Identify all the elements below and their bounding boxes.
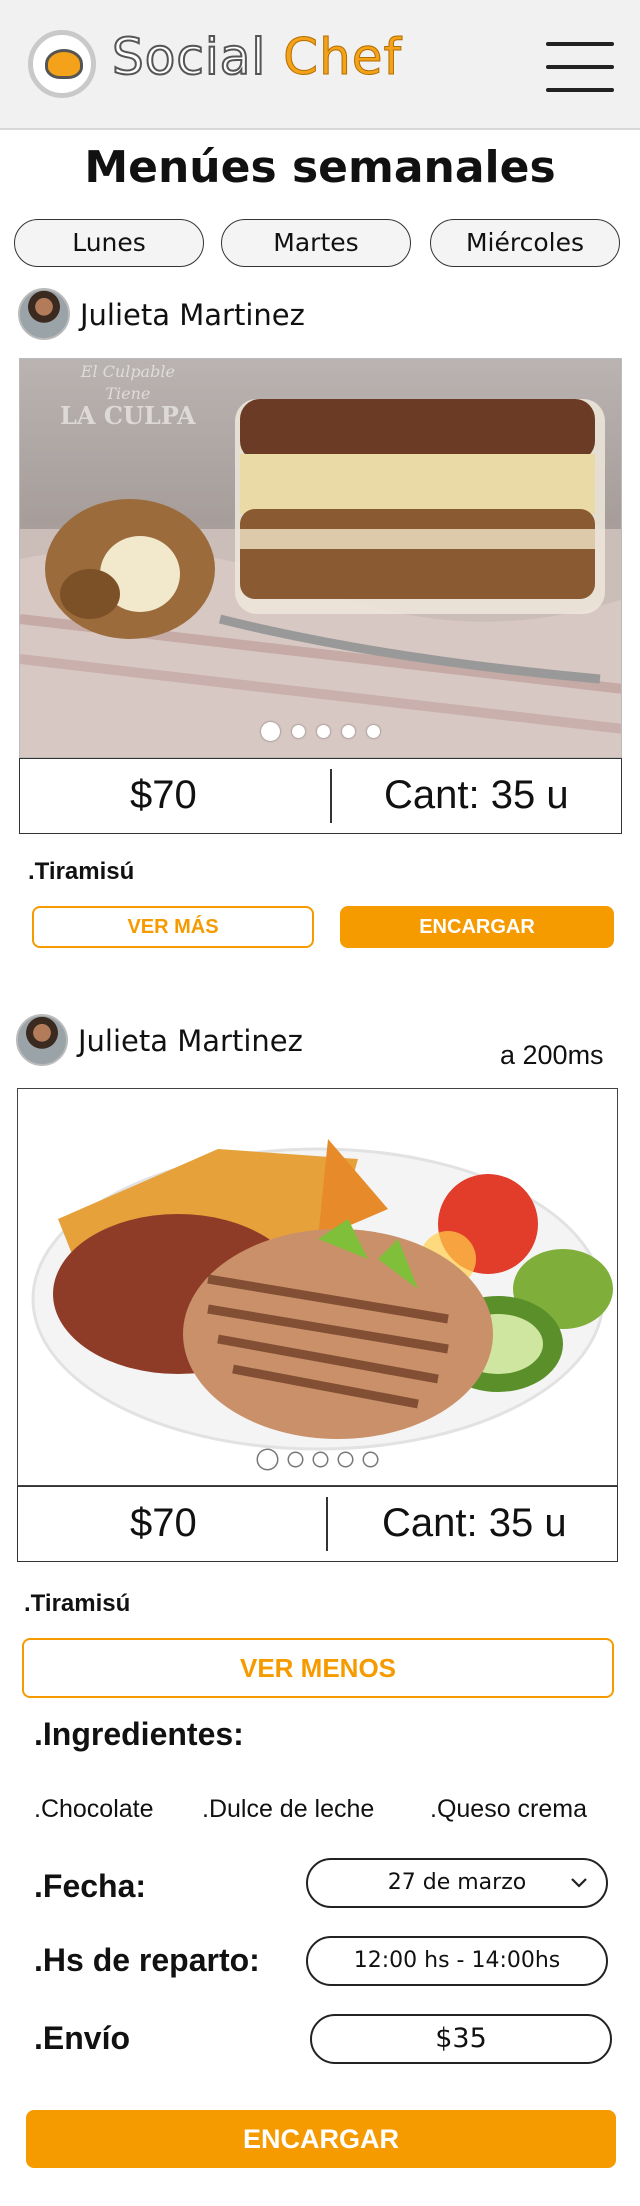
author-name: Julieta Martinez	[80, 298, 305, 332]
ver-menos-button[interactable]: VER MENOS	[22, 1638, 614, 1698]
carousel-dot[interactable]	[289, 1453, 302, 1466]
price: $70	[130, 773, 197, 817]
brand-name-chef: Chef	[283, 28, 403, 87]
quantity: Cant: 35 u	[384, 773, 569, 817]
hours-label: .Hs de reparto:	[34, 1942, 260, 1978]
ingredients-label: .Ingredientes:	[34, 1716, 244, 1752]
brand-logo: Social Chef	[111, 27, 403, 87]
carousel-dots[interactable]	[18, 1450, 617, 1469]
carousel-dot[interactable]	[261, 722, 280, 741]
tab-lunes[interactable]: Lunes	[14, 219, 204, 267]
brand-name-social: Social	[111, 27, 267, 87]
ingredient-item: .Chocolate	[34, 1795, 154, 1823]
ver-mas-button[interactable]: VER MÁS	[32, 906, 314, 948]
author-name: Julieta Martinez	[78, 1024, 303, 1058]
shipping-value: $35	[310, 2014, 612, 2064]
carousel-dot[interactable]	[364, 1453, 377, 1466]
carousel-dot[interactable]	[339, 1453, 352, 1466]
carousel-dot[interactable]	[314, 1453, 327, 1466]
grilled-meat-image	[31, 1139, 613, 1451]
quantity: Cant: 35 u	[382, 1501, 567, 1545]
price-quantity-box: $70 Cant: 35 u	[17, 1486, 618, 1562]
price-quantity-box: $70 Cant: 35 u	[19, 758, 622, 834]
avatar	[18, 288, 70, 340]
price: $70	[130, 1501, 197, 1545]
carousel-dot[interactable]	[292, 725, 305, 738]
date-value: 27 de marzo	[387, 1870, 527, 1895]
ingredient-item: .Queso crema	[430, 1795, 588, 1823]
photo-watermark: El Culpable Tiene LA CULPA	[60, 362, 196, 430]
carousel-dot[interactable]	[342, 725, 355, 738]
ingredient-item: .Dulce de leche	[202, 1795, 375, 1823]
dish-name: .Tiramisú	[24, 1590, 131, 1617]
dish-photo-tiramisu[interactable]: El Culpable Tiene LA CULPA	[19, 358, 622, 758]
carousel-dot[interactable]	[258, 1450, 277, 1469]
avatar	[16, 1014, 68, 1066]
encargar-button[interactable]: ENCARGAR	[340, 906, 614, 948]
card-author[interactable]: Julieta Martinez	[16, 1014, 416, 1066]
hamburger-menu-icon[interactable]	[546, 38, 614, 96]
carousel-dots[interactable]	[20, 722, 621, 741]
chef-hat-logo-icon	[28, 30, 96, 98]
app-header: Social Chef	[0, 0, 640, 130]
card-author[interactable]: Julieta Martinez	[18, 288, 418, 340]
distance-label: a 200ms	[500, 1040, 604, 1070]
carousel-dot[interactable]	[317, 725, 330, 738]
shipping-label: .Envío	[34, 2020, 131, 2056]
hours-field[interactable]: 12:00 hs - 14:00hs	[306, 1936, 608, 1986]
dish-name: .Tiramisú	[28, 858, 135, 885]
tab-martes[interactable]: Martes	[221, 219, 411, 267]
carousel-dot[interactable]	[367, 725, 380, 738]
dish-photo-grill[interactable]	[17, 1088, 618, 1486]
date-select[interactable]: 27 de marzo	[306, 1858, 608, 1908]
encargar-button[interactable]: ENCARGAR	[26, 2110, 616, 2168]
date-label: .Fecha:	[34, 1868, 147, 1904]
tab-miercoles[interactable]: Miércoles	[430, 219, 620, 267]
page-title: Menúes semanales	[84, 142, 556, 193]
chevron-down-icon	[571, 1878, 587, 1888]
